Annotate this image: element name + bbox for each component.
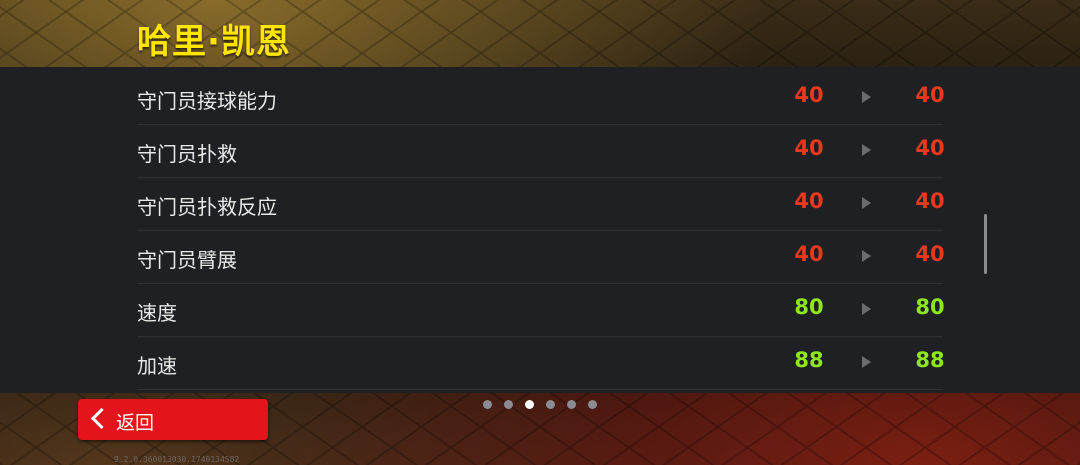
attribute-next-value: 40	[915, 83, 945, 107]
attribute-next-value: 40	[915, 189, 945, 213]
attribute-row: 守门员扑救 40 40	[137, 124, 945, 178]
attribute-label: 速度	[137, 301, 177, 325]
attribute-current-value: 80	[794, 295, 824, 319]
attribute-label: 守门员扑救反应	[137, 195, 277, 219]
attribute-next-value: 80	[915, 295, 945, 319]
page-dot[interactable]	[525, 400, 534, 409]
arrow-right-icon	[862, 356, 871, 368]
page-dot[interactable]	[504, 400, 513, 409]
attribute-label: 守门员臂展	[137, 248, 237, 272]
arrow-right-icon	[862, 197, 871, 209]
chevron-left-icon	[90, 407, 113, 430]
attribute-current-value: 40	[794, 242, 824, 266]
attribute-current-value: 40	[794, 83, 824, 107]
attribute-label: 守门员接球能力	[137, 89, 277, 113]
arrow-right-icon	[862, 144, 871, 156]
page-dot[interactable]	[483, 400, 492, 409]
arrow-right-icon	[862, 91, 871, 103]
arrow-right-icon	[862, 303, 871, 315]
attribute-row: 守门员扑救反应 40 40	[137, 177, 945, 231]
attribute-label: 守门员扑救	[137, 142, 237, 166]
attribute-row: 守门员接球能力 40 40	[137, 71, 945, 125]
attribute-row: 加速 88 88	[137, 336, 945, 390]
attribute-next-value: 88	[915, 348, 945, 372]
attribute-label: 加速	[137, 354, 177, 378]
attribute-current-value: 40	[794, 189, 824, 213]
scrollbar[interactable]	[984, 214, 987, 274]
back-button[interactable]: 返回	[78, 399, 268, 440]
page-dot[interactable]	[546, 400, 555, 409]
attribute-current-value: 88	[794, 348, 824, 372]
attributes-panel[interactable]: 守门员接球能力 40 40 守门员扑救 40 40 守门员扑救反应 40 40 …	[0, 67, 1080, 393]
attribute-row: 守门员臂展 40 40	[137, 230, 945, 284]
arrow-right-icon	[862, 250, 871, 262]
attribute-current-value: 40	[794, 136, 824, 160]
version-text: 9.2.0.360013030.1740134582	[114, 455, 240, 464]
page-dot[interactable]	[588, 400, 597, 409]
attribute-next-value: 40	[915, 136, 945, 160]
player-name: 哈里·凯恩	[137, 22, 291, 62]
attribute-next-value: 40	[915, 242, 945, 266]
page-dot[interactable]	[567, 400, 576, 409]
back-button-label: 返回	[116, 412, 155, 434]
attribute-row: 速度 80 80	[137, 283, 945, 337]
